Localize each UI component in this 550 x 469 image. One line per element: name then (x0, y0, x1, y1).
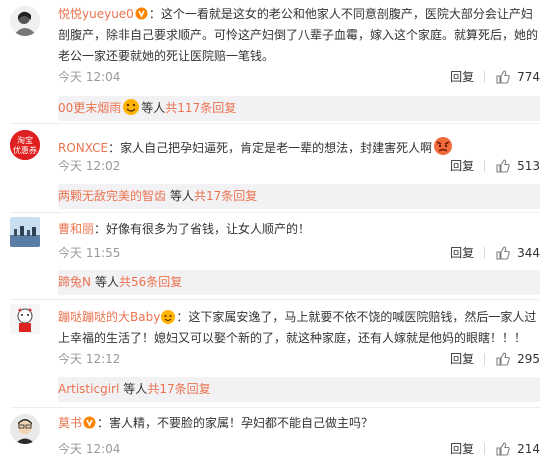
timestamp: 今天 12:04 (58, 442, 121, 456)
avatar[interactable] (10, 6, 40, 36)
timestamp: 今天 11:55 (58, 246, 121, 260)
divider (484, 70, 486, 83)
reply-others: 等人 (170, 189, 195, 203)
divider (484, 352, 486, 365)
divider (484, 246, 486, 259)
avatar[interactable] (10, 414, 40, 444)
comment-text: ：害人精，不要脸的家属！孕妇都不能自己做主吗？ (97, 416, 374, 430)
reply-summary[interactable]: Artisticgirl 等人共17条回复 (58, 377, 540, 402)
vip-badge-icon (135, 7, 148, 20)
thumbs-up-icon[interactable] (495, 351, 511, 367)
divider (10, 212, 540, 213)
divider (10, 299, 540, 300)
timestamp: 今天 12:02 (58, 159, 121, 173)
timestamp: 今天 12:12 (58, 352, 121, 366)
angry-face-emoji (432, 135, 453, 155)
vip-badge-icon (83, 416, 96, 429)
avatar-text-2: 优惠券 (13, 145, 37, 155)
reply-count[interactable]: 共17条回复 (147, 382, 210, 396)
comment-text: ：好像有很多为了省钱，让女人顺产的！ (94, 222, 311, 236)
username[interactable]: 莫书 (58, 416, 82, 430)
like-count: 774 (517, 69, 540, 84)
divider (10, 123, 540, 124)
thumbs-up-icon[interactable] (495, 245, 511, 261)
username[interactable]: 悦悦yueyue0 (58, 7, 134, 21)
reply-summary[interactable]: 两颗无敌完美的智齿 等人共17条回复 (58, 184, 540, 209)
reply-button[interactable]: 回复 (450, 244, 474, 261)
reply-user[interactable]: Artisticgirl (58, 382, 119, 396)
reply-count[interactable]: 共56条回复 (119, 275, 182, 289)
avatar[interactable] (10, 304, 40, 334)
reply-button[interactable]: 回复 (450, 68, 474, 85)
like-count: 214 (517, 441, 540, 456)
divider (10, 407, 540, 408)
reply-summary[interactable]: 蹄兔N 等人共56条回复 (58, 270, 540, 295)
reply-others: 等人 (94, 275, 119, 289)
divider (484, 159, 486, 172)
reply-others: 等人 (123, 382, 148, 396)
comment-text: ：家人自己把孕妇逼死，肯定是老一辈的想法，封建害死人啊 (108, 141, 433, 155)
avatar-text-1: 淘宝 (17, 135, 33, 145)
reply-user[interactable]: 蹄兔N (58, 275, 91, 289)
emoji-icon (160, 306, 176, 326)
reply-user[interactable]: 两颗无敌完美的智齿 (58, 189, 166, 203)
thumbs-up-icon[interactable] (495, 69, 511, 85)
username[interactable]: 曹和丽 (58, 222, 94, 236)
reply-button[interactable]: 回复 (450, 350, 474, 367)
emoji-icon (121, 97, 141, 117)
divider (484, 442, 486, 455)
reply-count[interactable]: 共117条回复 (165, 101, 236, 115)
reply-count[interactable]: 共17条回复 (194, 189, 257, 203)
avatar[interactable]: 淘宝 优惠券 (10, 130, 40, 160)
reply-button[interactable]: 回复 (450, 157, 474, 174)
username[interactable]: 蹦哒蹦哒的大Baby (58, 310, 160, 324)
thumbs-up-icon[interactable] (495, 158, 511, 174)
reply-user[interactable]: 00更末烟雨 (58, 101, 121, 115)
avatar[interactable] (10, 217, 40, 247)
thumbs-up-icon[interactable] (495, 441, 511, 457)
like-count: 295 (517, 351, 540, 366)
reply-button[interactable]: 回复 (450, 440, 474, 457)
like-count: 344 (517, 245, 540, 260)
like-count: 513 (517, 158, 540, 173)
reply-others: 等人 (141, 101, 166, 115)
reply-summary[interactable]: 00更末烟雨 等人共117条回复 (58, 96, 540, 121)
timestamp: 今天 12:04 (58, 70, 121, 84)
username[interactable]: RONXCE (58, 141, 108, 155)
